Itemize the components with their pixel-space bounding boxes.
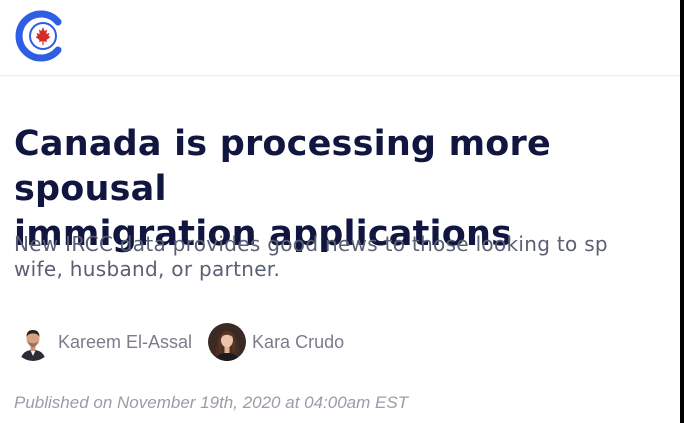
window-edge <box>680 0 684 423</box>
article-subtitle: New IRCC data provides good news to thos… <box>14 232 684 282</box>
man-avatar-icon <box>14 323 52 361</box>
subtitle-line-2: wife, husband, or partner. <box>14 257 281 281</box>
author-kareem[interactable]: Kareem El-Assal <box>14 323 192 361</box>
author-kara[interactable]: Kara Crudo <box>208 323 344 361</box>
subtitle-line-1: New IRCC data provides good news to thos… <box>14 232 608 256</box>
canada-maple-leaf-logo-icon <box>15 10 62 62</box>
author-list: Kareem El-Assal Kara Crudo <box>14 322 360 362</box>
title-line-1: Canada is processing more spousal <box>14 124 551 209</box>
author-name: Kara Crudo <box>252 331 345 352</box>
woman-avatar-icon <box>208 323 247 361</box>
author-name: Kareem El-Assal <box>58 331 193 352</box>
site-logo[interactable] <box>12 8 74 62</box>
published-date: Published on November 19th, 2020 at 04:0… <box>14 393 409 412</box>
site-header <box>0 0 680 76</box>
